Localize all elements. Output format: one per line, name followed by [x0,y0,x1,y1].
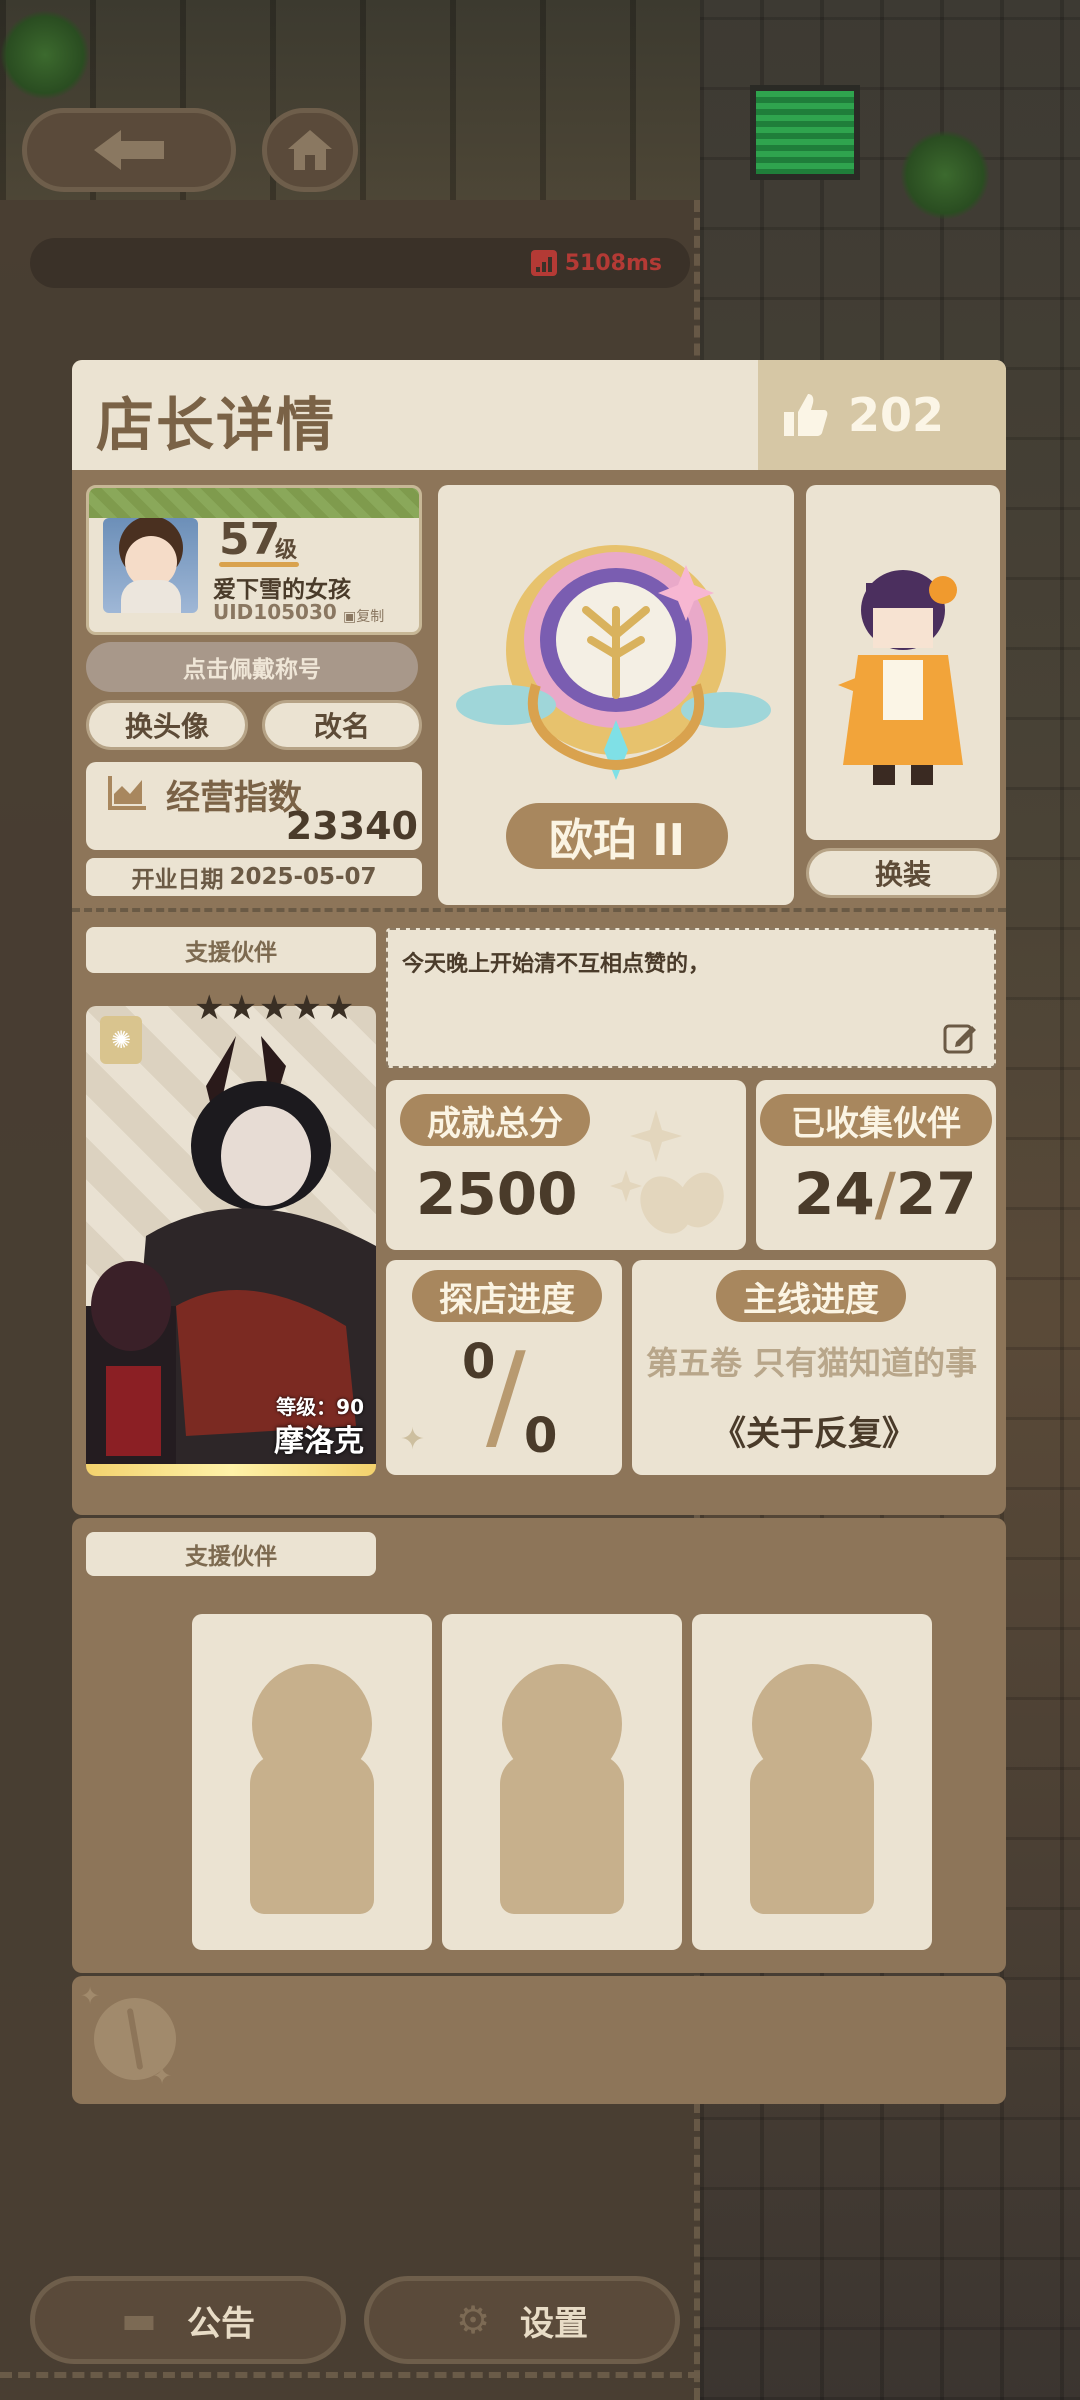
empty-slot-body [250,1754,374,1914]
support-partner-card[interactable]: ✺ 等级：90 摩洛克 [86,1006,376,1476]
achievement-label: 成就总分 [400,1094,590,1146]
empty-slot-body [750,1754,874,1914]
collected-partners-box: 已收集伙伴 24/27 [756,1080,996,1250]
signal-icon [530,250,557,276]
empty-slot-body [500,1754,624,1914]
open-date-label: 开业日期 [131,867,224,893]
collected-value: 24/27 [794,1160,977,1228]
gear-icon: ⚙ [455,2298,491,2342]
copy-label: 复制 [356,609,385,625]
bottom-dashed-border [0,2372,700,2378]
wear-title-button[interactable]: 点击佩戴称号 [86,642,418,692]
message-text: 今天晚上开始清不互相点赞的， [402,952,711,977]
back-button[interactable] [22,108,236,192]
nickname: 爱下雪的女孩 [213,577,351,603]
support-partner-label: 支援伙伴 [86,927,376,973]
change-outfit-button[interactable]: 换装 [806,848,1000,898]
character-preview [806,485,1000,840]
level-number: 57 [219,514,281,565]
edit-icon[interactable] [942,1020,978,1056]
collected-slash: / [874,1160,896,1228]
avatar[interactable] [103,518,198,613]
main-progress-label: 主线进度 [716,1270,906,1322]
settings-button[interactable]: ⚙ 设置 [364,2276,680,2364]
home-button[interactable] [262,108,358,192]
open-date: 开业日期 2025-05-07 [86,858,422,896]
main-story-progress-box: 主线进度 第五卷 只有猫知道的事 《关于反复》 [632,1260,996,1475]
briefcase-icon: ▬ [121,2298,157,2342]
hero-name: 摩洛克 [274,1424,364,1459]
like-count: 202 [848,388,945,442]
business-index-box: 经营指数 23340 [86,762,422,850]
profile-box: 57 级 爱下雪的女孩 UID105030 ▣复制 [86,485,422,635]
coffee-bean-section: ✦ ✦ [72,1976,1006,2104]
business-index-value: 23340 [285,804,418,848]
ping-value: 5108ms [564,250,662,276]
hero-stars: ★★★★★ [194,988,357,1028]
chart-icon [108,776,146,810]
plant-decoration [0,10,90,100]
notice-label: 公告 [186,2303,255,2344]
uid-text: UID105030 [213,600,337,624]
support-slot-3[interactable] [692,1614,932,1950]
rename-button[interactable]: 改名 [262,700,422,750]
arrow-left-icon [94,130,164,170]
plant-decoration [900,130,990,220]
ping-indicator: 5108ms [30,238,690,288]
sparkle-icon: ✦ [152,2062,173,2090]
coffee-beans-icon [610,1110,724,1234]
rank-badge-box: 欧珀 II [438,485,794,905]
settings-label: 设置 [520,2303,589,2344]
level-underline [219,562,299,567]
business-index-label: 经营指数 [166,778,302,818]
rank-badge-emblem [456,545,771,780]
explore-denominator: 0 [524,1408,558,1464]
collected-label: 已收集伙伴 [760,1094,992,1146]
section-divider [72,908,1006,918]
open-date-value: 2025-05-07 [229,864,377,890]
page-title: 店长详情 [96,391,337,459]
support-slot-1[interactable] [192,1614,432,1950]
copy-uid-button[interactable]: ▣复制 [343,606,384,626]
avatar-body [121,580,181,613]
notice-button[interactable]: ▬ 公告 [30,2276,346,2364]
achievement-value: 2500 [416,1160,578,1228]
support-slots-label: 支援伙伴 [86,1532,376,1576]
main-progress-volume: 第五卷 只有猫知道的事 [646,1344,978,1382]
main-progress-chapter: 《关于反复》 [712,1414,916,1454]
hero-glow [86,1464,376,1476]
sparkle-icon: ✦ [80,1982,101,2010]
explore-slash: / [486,1326,526,1464]
green-display [750,85,860,180]
explore-label: 探店进度 [412,1270,602,1322]
level-unit: 级 [275,538,298,563]
collected-have: 24 [794,1160,875,1228]
shop-owner-card: 店长详情 202 57 级 爱下雪的女孩 UID105030 ▣复制 点击佩戴称… [72,360,1006,1515]
thumbs-up-icon [784,394,828,436]
message-box[interactable]: 今天晚上开始清不互相点赞的， [386,928,996,1068]
like-button[interactable]: 202 [758,360,1006,470]
sparkle-icon: ✦ [400,1422,426,1457]
achievement-box: 成就总分 2500 [386,1080,746,1250]
home-icon [288,130,332,170]
rank-label: 欧珀 II [506,803,728,869]
collected-total: 27 [895,1160,977,1228]
support-slot-2[interactable] [442,1614,682,1950]
character-sprite [838,570,963,785]
support-slots-section: 支援伙伴 [72,1518,1006,1973]
explore-progress-box: 探店进度 0 / 0 ✦ [386,1260,622,1475]
change-avatar-button[interactable]: 换头像 [86,700,248,750]
